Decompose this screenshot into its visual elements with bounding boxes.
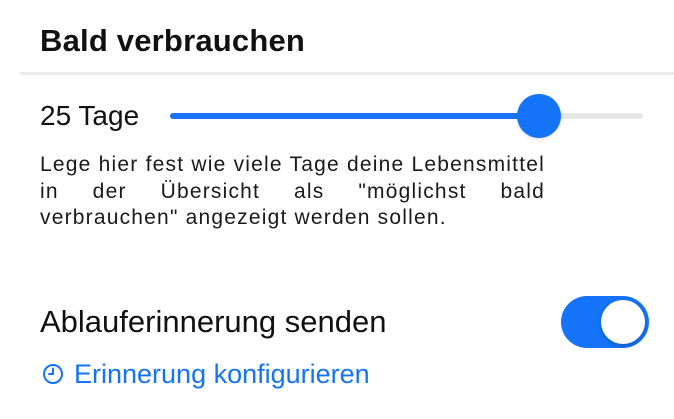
slider-value-label: 25 Tage [40,100,140,131]
toggle-knob [601,300,645,344]
days-slider-row: 25 Tage [40,94,650,138]
configure-reminder-label: Erinnerung konfigurieren [74,359,370,389]
slider-thumb[interactable] [516,94,561,138]
clock-icon [43,364,63,384]
days-slider[interactable] [170,94,643,138]
configure-reminder-link[interactable]: Erinnerung konfigurieren [42,356,370,392]
section-title: Bald verbrauchen [40,23,306,58]
settings-page: Bald verbrauchen 25 Tage Lege hier fest … [0,0,674,419]
slider-description: Lege hier fest wie viele Tage deine Lebe… [40,153,545,229]
slider-fill [170,113,539,119]
reminder-toggle-label: Ablauferinnerung senden [40,304,387,339]
reminder-toggle[interactable] [561,296,649,348]
section-divider [20,72,674,75]
